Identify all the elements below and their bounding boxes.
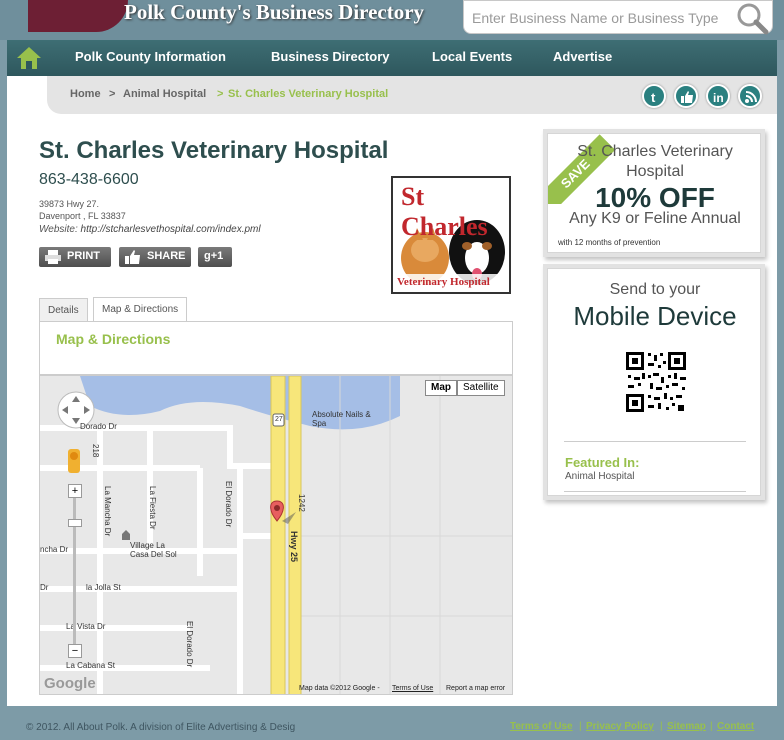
business-logo: St Charles Veterinary Hospital xyxy=(391,176,511,294)
send-label: Send to your xyxy=(609,281,701,298)
featured-in-heading: Featured In: xyxy=(565,455,640,470)
map-data-credit: Map data ©2012 Google - xyxy=(299,685,380,692)
zoom-out-button[interactable]: − xyxy=(68,644,82,658)
svg-text:in: in xyxy=(713,91,724,104)
share-label: SHARE xyxy=(147,250,186,262)
map-type-satellite-button[interactable]: Satellite xyxy=(457,380,505,396)
home-icon[interactable] xyxy=(15,45,43,71)
map-label-hwy25: Hwy 25 xyxy=(289,531,299,563)
twitter-icon[interactable]: t xyxy=(642,84,666,108)
site-title[interactable]: Polk County's Business Directory xyxy=(124,0,424,25)
search-box xyxy=(463,0,773,35)
tab-map-directions[interactable]: Map & Directions xyxy=(93,297,188,323)
website-label: Website: xyxy=(39,224,78,235)
plus-one-label: +1 xyxy=(210,250,224,262)
footer-separator: | xyxy=(710,721,713,732)
divider xyxy=(564,491,746,492)
address-line1: 39873 Hwy 27. xyxy=(39,199,100,209)
coupon-card[interactable]: SAVE St. Charles Veterinary Hospital 10%… xyxy=(547,133,761,253)
map-label-el-dorado: El Dorado Dr xyxy=(224,481,233,528)
breadcrumb-separator: > xyxy=(217,88,224,100)
map-section-title: Map & Directions xyxy=(56,331,171,347)
business-name: St. Charles Veterinary Hospital xyxy=(39,137,389,164)
google-plus-icon: g xyxy=(204,250,211,262)
printer-icon xyxy=(45,250,61,264)
footer-link-contact[interactable]: Contact xyxy=(717,721,754,732)
map-label-el-dorado-south: El Dorado Dr xyxy=(185,621,194,668)
map-label-218: 218 xyxy=(91,444,100,458)
breadcrumb-home[interactable]: Home xyxy=(70,88,101,100)
linkedin-icon[interactable]: in xyxy=(706,84,730,108)
map-label-la-cabana: La Cabana St xyxy=(66,661,115,670)
print-button[interactable]: PRINT xyxy=(39,247,111,267)
breadcrumb-separator: > xyxy=(109,88,116,100)
print-label: PRINT xyxy=(67,250,100,262)
nav-advertise[interactable]: Advertise xyxy=(553,49,612,64)
main-nav: Polk County Information Business Directo… xyxy=(7,40,777,76)
map-label-1242: 1242 xyxy=(297,494,306,512)
svg-text:t: t xyxy=(651,90,656,104)
coupon-note: with 12 months of prevention xyxy=(558,238,661,247)
footer-separator: | xyxy=(579,721,582,732)
zoom-slider[interactable] xyxy=(73,484,76,654)
qr-code[interactable] xyxy=(606,333,706,431)
map-type-map-button[interactable]: Map xyxy=(425,380,457,396)
map-label-la-jolla: la Jolla St xyxy=(86,583,121,592)
rss-icon[interactable] xyxy=(738,84,762,108)
breadcrumb: Home > Animal Hospital > St. Charles Vet… xyxy=(47,76,777,114)
nav-polk-county-information[interactable]: Polk County Information xyxy=(75,49,226,64)
map-report-error-link[interactable]: Report a map error xyxy=(446,685,505,692)
footer-copyright: © 2012. All About Polk. A division of El… xyxy=(26,722,296,733)
coupon-business: St. Charles Veterinary Hospital xyxy=(577,143,733,180)
thumbs-up-icon xyxy=(125,250,140,264)
logo-title: St Charles xyxy=(401,182,488,241)
mobile-card: Send to your Mobile Device Featured In: … xyxy=(547,268,761,496)
tab-details[interactable]: Details xyxy=(39,298,88,322)
map-label-la-fiesta: La Fiesta Dr xyxy=(148,486,157,530)
search-icon[interactable] xyxy=(734,1,770,35)
website-row: Website: http://stcharlesvethospital.com… xyxy=(39,224,261,235)
map-label-village: Village La Casa Del Sol xyxy=(130,541,177,559)
map-label-la-vista: La Vista Dr xyxy=(66,622,106,631)
coupon-description: Any K9 or Feline Annual xyxy=(569,210,741,227)
map-label-la-mancha: La Mancha Dr xyxy=(103,486,112,537)
google-logo: Google xyxy=(44,675,96,692)
breadcrumb-category[interactable]: Animal Hospital xyxy=(123,88,206,100)
google-plus-one-button[interactable]: g+1 xyxy=(198,247,232,267)
map-label-mancha-dr: ncha Dr xyxy=(40,545,69,554)
nav-business-directory[interactable]: Business Directory xyxy=(271,49,390,64)
zoom-handle[interactable] xyxy=(68,519,82,527)
zoom-in-button[interactable]: + xyxy=(68,484,82,498)
map-terms-link[interactable]: Terms of Use xyxy=(392,685,433,692)
nav-local-events[interactable]: Local Events xyxy=(432,49,512,64)
footer-link-privacy[interactable]: Privacy Policy xyxy=(586,721,654,732)
tab-panel xyxy=(39,321,513,375)
divider xyxy=(564,441,746,442)
logo-subtitle: Veterinary Hospital xyxy=(397,276,490,288)
map-label-dorado: Dorado Dr xyxy=(80,422,117,431)
mobile-device-label: Mobile Device xyxy=(573,301,737,331)
map-label-route-27: 27 xyxy=(275,416,283,423)
share-button[interactable]: SHARE xyxy=(119,247,191,267)
breadcrumb-current: St. Charles Veterinary Hospital xyxy=(228,88,389,100)
featured-category-link[interactable]: Animal Hospital xyxy=(565,471,634,482)
footer-link-sitemap[interactable]: Sitemap xyxy=(667,721,706,732)
website-link[interactable]: http://stcharlesvethospital.com/index.pm… xyxy=(81,224,261,235)
facebook-like-icon[interactable] xyxy=(674,84,698,108)
business-phone[interactable]: 863-438-6600 xyxy=(39,171,139,189)
map-label-dr: Dr xyxy=(40,583,49,592)
google-map[interactable]: Map Satellite Dorado Dr La Mancha Dr La … xyxy=(39,375,513,695)
footer-link-terms[interactable]: Terms of Use xyxy=(510,721,573,732)
map-label-absolute-nails: Absolute Nails & Spa xyxy=(312,410,371,428)
address-line2: Davenport , FL 33837 xyxy=(39,211,126,221)
content-page: Home > Animal Hospital > St. Charles Vet… xyxy=(7,76,777,706)
footer-separator: | xyxy=(660,721,663,732)
search-input[interactable] xyxy=(472,7,734,29)
